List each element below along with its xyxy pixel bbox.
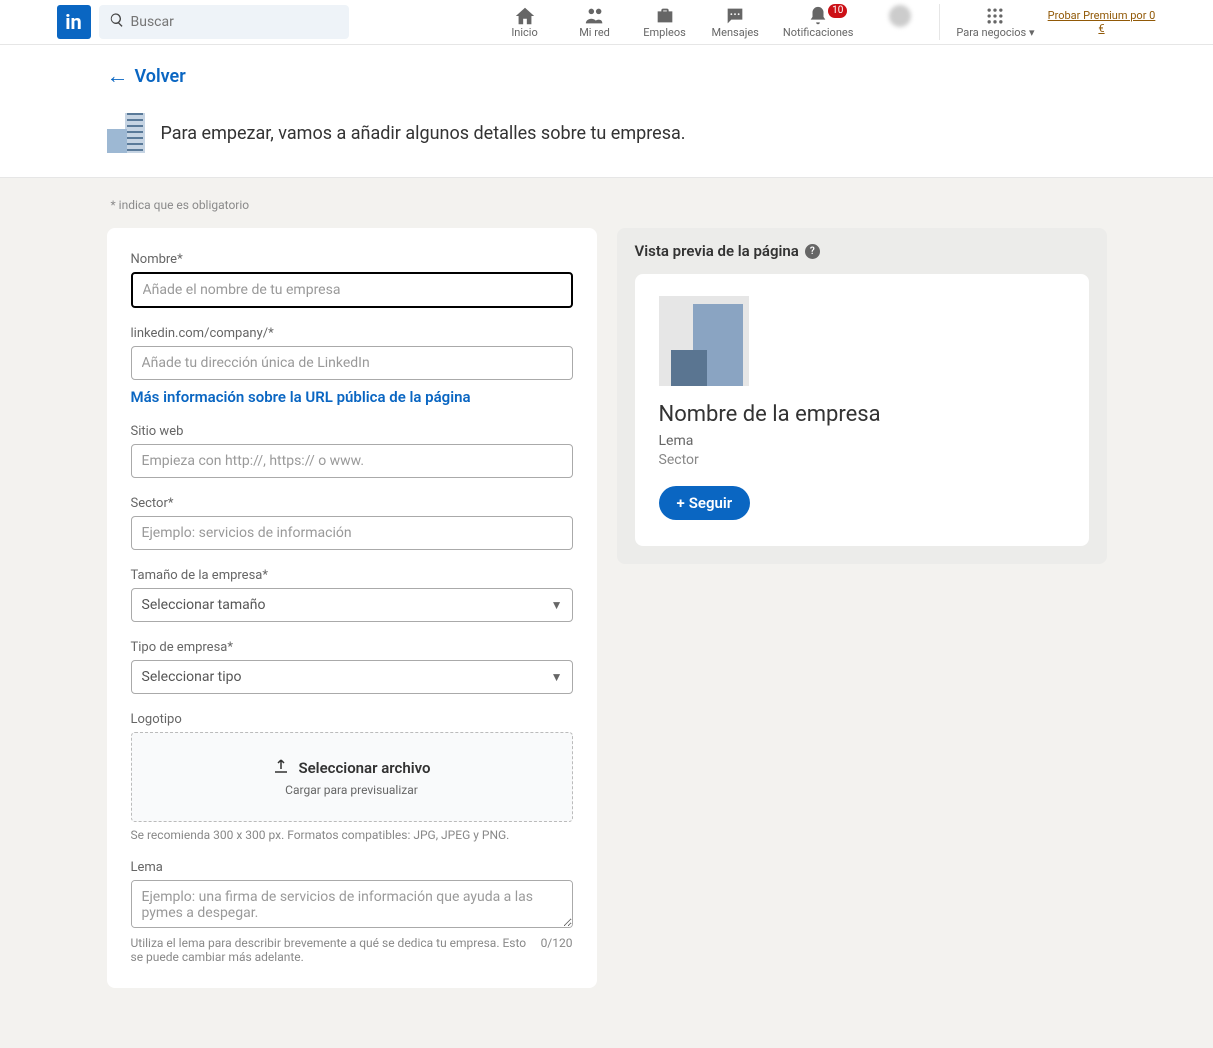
preview-tagline: Lema [659, 433, 1065, 449]
search-icon [109, 12, 125, 32]
url-info-link[interactable]: Más información sobre la URL pública de … [131, 388, 573, 406]
char-count: 0/120 [541, 936, 573, 964]
preview-sector: Sector [659, 452, 1065, 468]
sector-input[interactable] [131, 516, 573, 550]
type-select[interactable]: Seleccionar tipo [131, 660, 573, 694]
form-card: Nombre* linkedin.com/company/* Más infor… [107, 228, 597, 988]
chat-icon [724, 6, 746, 26]
notification-badge: 10 [828, 4, 847, 18]
people-icon [584, 6, 606, 26]
grid-icon [985, 6, 1005, 26]
nav-me[interactable] [865, 5, 935, 40]
preview-header: Vista previa de la página ? [635, 242, 1089, 260]
follow-button[interactable]: + Seguir [659, 486, 751, 520]
preview-card: Nombre de la empresa Lema Sector + Segui… [635, 274, 1089, 546]
nav-label: Empleos [643, 26, 686, 39]
tagline-input[interactable] [131, 880, 573, 928]
tagline-hint: Utiliza el lema para describir brevement… [131, 936, 531, 964]
url-label: linkedin.com/company/* [131, 326, 573, 341]
url-input[interactable] [131, 346, 573, 380]
subheader: ← Volver Para empezar, vamos a añadir al… [0, 45, 1213, 178]
nav-messages[interactable]: Mensajes [700, 6, 771, 39]
nav-network[interactable]: Mi red [560, 6, 630, 39]
preview-panel: Vista previa de la página ? Nombre de la… [617, 228, 1107, 564]
size-select[interactable]: Seleccionar tamaño [131, 588, 573, 622]
back-label: Volver [135, 66, 186, 87]
nav-label: Notificaciones [783, 26, 854, 39]
nav-label: Inicio [511, 26, 537, 39]
upload-sub: Cargar para previsualizar [156, 783, 548, 797]
premium-link[interactable]: Probar Premium por 0 € [1047, 9, 1157, 35]
main-area: * indica que es obligatorio Nombre* link… [0, 178, 1213, 1048]
upload-icon [272, 757, 290, 779]
divider [939, 4, 940, 40]
required-note: * indica que es obligatorio [107, 198, 1107, 212]
intro-text: Para empezar, vamos a añadir algunos det… [161, 123, 686, 144]
arrow-left-icon: ← [107, 63, 129, 89]
preview-logo-placeholder [659, 296, 749, 386]
name-label: Nombre* [131, 252, 573, 267]
avatar [889, 5, 911, 27]
search-input[interactable] [131, 14, 339, 30]
building-icon [107, 113, 145, 153]
back-link[interactable]: ← Volver [107, 63, 1107, 89]
nav-label: Para negocios ▾ [956, 26, 1034, 39]
nav-label [899, 27, 902, 40]
nav-notifications[interactable]: 10 Notificaciones [771, 6, 866, 39]
help-icon[interactable]: ? [805, 244, 820, 259]
nav-home[interactable]: Inicio [490, 6, 560, 39]
preview-company-name: Nombre de la empresa [659, 402, 1065, 427]
home-icon [514, 6, 536, 26]
tagline-label: Lema [131, 860, 573, 875]
name-input[interactable] [131, 272, 573, 308]
sector-label: Sector* [131, 496, 573, 511]
nav-jobs[interactable]: Empleos [630, 6, 700, 39]
size-label: Tamaño de la empresa* [131, 568, 573, 583]
logo-hint: Se recomienda 300 x 300 px. Formatos com… [131, 828, 573, 842]
website-input[interactable] [131, 444, 573, 478]
upload-label: Seleccionar archivo [298, 759, 430, 777]
plus-icon: + [677, 494, 685, 512]
briefcase-icon [654, 6, 676, 26]
logo-upload[interactable]: Seleccionar archivo Cargar para previsua… [131, 732, 573, 822]
search-box[interactable] [99, 5, 349, 39]
top-nav: in Inicio Mi red Empleos Mensajes [0, 0, 1213, 45]
linkedin-logo[interactable]: in [57, 5, 91, 39]
logo-label: Logotipo [131, 712, 573, 727]
website-label: Sitio web [131, 424, 573, 439]
type-label: Tipo de empresa* [131, 640, 573, 655]
nav-business[interactable]: Para negocios ▾ [944, 6, 1046, 39]
bell-icon [807, 6, 829, 26]
nav-label: Mensajes [712, 26, 759, 39]
nav-label: Mi red [579, 26, 610, 39]
